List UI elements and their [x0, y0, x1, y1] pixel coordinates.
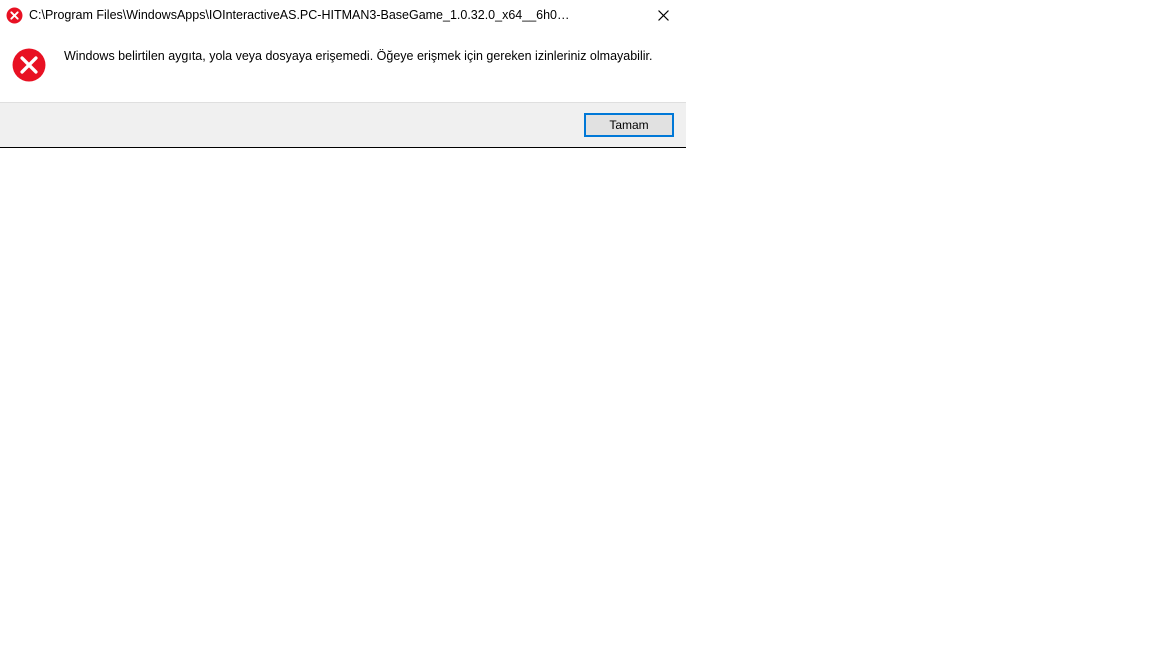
dialog-message: Windows belirtilen aygıta, yola veya dos… [64, 48, 652, 66]
dialog-title: C:\Program Files\WindowsApps\IOInteracti… [29, 8, 641, 22]
ok-button[interactable]: Tamam [584, 113, 674, 137]
titlebar: C:\Program Files\WindowsApps\IOInteracti… [0, 0, 686, 30]
error-icon-small [6, 7, 23, 24]
error-icon [12, 48, 46, 82]
close-button[interactable] [641, 0, 686, 30]
close-icon [658, 10, 669, 21]
error-dialog: C:\Program Files\WindowsApps\IOInteracti… [0, 0, 686, 148]
dialog-footer: Tamam [0, 102, 686, 148]
dialog-body: Windows belirtilen aygıta, yola veya dos… [0, 30, 686, 102]
